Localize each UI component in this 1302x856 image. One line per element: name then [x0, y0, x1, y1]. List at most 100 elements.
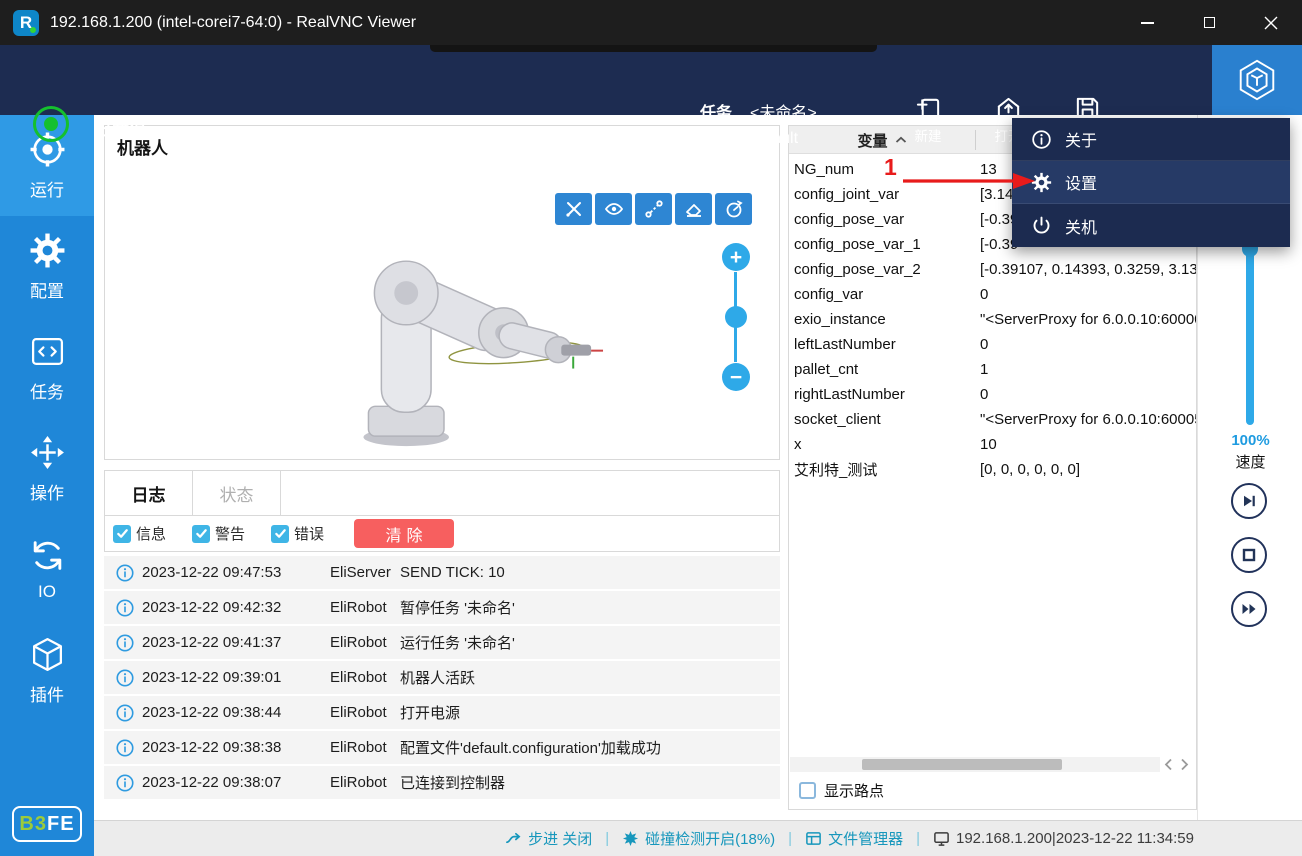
- log-tabs: 日志 状态: [104, 470, 780, 516]
- variable-row[interactable]: socket_client"<ServerProxy for 6.0.0.10:…: [789, 407, 1196, 432]
- stop-button[interactable]: [1231, 537, 1267, 573]
- scrollbar-thumb[interactable]: [862, 759, 1062, 770]
- sidebar-item-task[interactable]: 任务: [0, 317, 94, 418]
- eraser-button[interactable]: [675, 193, 712, 225]
- status-separator: |: [916, 830, 920, 847]
- chevron-right-icon[interactable]: [1180, 758, 1189, 771]
- filter-checkbox-warning[interactable]: [192, 525, 210, 543]
- config-label: 配置: [700, 127, 740, 151]
- sidebar-item-config[interactable]: 配置: [0, 216, 94, 317]
- log-time: 2023-12-22 09:38:38: [142, 739, 330, 756]
- variable-row[interactable]: x10: [789, 432, 1196, 457]
- monitor-icon: [933, 830, 950, 847]
- variable-value: 0: [975, 286, 1196, 303]
- task-value: <未命名>: [750, 99, 817, 123]
- vnc-toolbar-strip[interactable]: [430, 45, 877, 52]
- brand-logo-button[interactable]: [1212, 45, 1302, 115]
- status-collision[interactable]: 碰撞检测开启(18%): [622, 828, 775, 849]
- variable-name: config_pose_var_1: [789, 236, 975, 253]
- logo-text-secondary: FE: [47, 813, 75, 836]
- sidebar-item-plugin[interactable]: 插件: [0, 620, 94, 721]
- config-value: default: [750, 130, 798, 148]
- log-row: 2023-12-22 09:42:32 EliRobot 暂停任务 '未命名': [104, 591, 780, 624]
- robot-status-indicator[interactable]: [33, 106, 69, 142]
- gear-wrench-icon: [29, 232, 66, 269]
- step-forward-button[interactable]: [1231, 483, 1267, 519]
- filter-checkbox-info[interactable]: [113, 525, 131, 543]
- menu-item-shutdown[interactable]: 关机: [1012, 204, 1290, 247]
- variable-row[interactable]: rightLastNumber0: [789, 382, 1196, 407]
- variable-row[interactable]: config_pose_var_2[-0.39107, 0.14393, 0.3…: [789, 257, 1196, 282]
- close-button[interactable]: [1240, 0, 1302, 45]
- log-source: EliRobot: [330, 634, 400, 651]
- visibility-button[interactable]: [595, 193, 632, 225]
- filter-label-warning: 警告: [215, 523, 245, 544]
- variable-row[interactable]: config_var0: [789, 282, 1196, 307]
- trajectory-button[interactable]: [635, 193, 672, 225]
- log-source: EliServer: [330, 564, 400, 581]
- variable-row[interactable]: leftLastNumber0: [789, 332, 1196, 357]
- tools-button[interactable]: [555, 193, 592, 225]
- horizontal-scrollbar[interactable]: [790, 757, 1160, 772]
- variable-name: x: [789, 436, 975, 453]
- variable-name: exio_instance: [789, 311, 975, 328]
- logo-letter: R: [20, 13, 32, 33]
- robot-arm-figure[interactable]: [105, 126, 779, 459]
- chevron-left-icon[interactable]: [1164, 758, 1173, 771]
- info-icon: [116, 634, 134, 652]
- log-source: EliRobot: [330, 739, 400, 756]
- sidebar-label-plugin: 插件: [30, 681, 64, 706]
- sidebar-item-operate[interactable]: 操作: [0, 418, 94, 519]
- log-row: 2023-12-22 09:38:07 EliRobot 已连接到控制器: [104, 766, 780, 799]
- menu-label-settings: 设置: [1065, 170, 1097, 194]
- io-cycle-icon: [29, 537, 66, 574]
- sidebar-item-io[interactable]: IO: [0, 519, 94, 620]
- status-file-manager[interactable]: 文件管理器: [805, 828, 903, 849]
- eraser-icon: [684, 199, 704, 219]
- tab-status[interactable]: 状态: [193, 471, 281, 515]
- variable-row[interactable]: exio_instance"<ServerProxy for 6.0.0.10:…: [789, 307, 1196, 332]
- clear-log-button[interactable]: 清除: [354, 519, 454, 548]
- check-icon: [274, 527, 287, 540]
- variable-row[interactable]: 艾利特_测试[0, 0, 0, 0, 0, 0]: [789, 457, 1196, 482]
- speed-clock-button[interactable]: [715, 193, 752, 225]
- task-label: 任务: [700, 99, 740, 123]
- menu-label-about: 关于: [1065, 127, 1097, 151]
- show-waypoints-checkbox[interactable]: 显示路点: [799, 780, 884, 801]
- log-source: EliRobot: [330, 669, 400, 686]
- variable-row[interactable]: pallet_cnt1: [789, 357, 1196, 382]
- status-step[interactable]: 步进 关闭: [505, 828, 592, 849]
- zoom-in-button[interactable]: +: [722, 243, 750, 271]
- annotation-arrow: [899, 169, 1039, 193]
- maximize-button[interactable]: [1178, 0, 1240, 45]
- info-icon: [116, 704, 134, 722]
- zoom-slider-handle[interactable]: [725, 306, 747, 328]
- clock-icon: [724, 199, 744, 219]
- new-task-label: 新建: [915, 125, 942, 145]
- speed-slider-track[interactable]: [1246, 235, 1254, 425]
- variable-name: socket_client: [789, 411, 975, 428]
- zoom-out-button[interactable]: −: [722, 363, 750, 391]
- variable-name: config_pose_var_2: [789, 261, 975, 278]
- variables-header-label: 变量: [857, 130, 887, 151]
- collision-icon: [622, 830, 639, 847]
- tab-log[interactable]: 日志: [105, 471, 193, 515]
- new-task-button[interactable]: 新建: [896, 95, 960, 157]
- variable-value: "<ServerProxy for 6.0.0.10:60000,: [975, 311, 1196, 328]
- log-message: SEND TICK: 10: [400, 564, 780, 581]
- menu-item-settings[interactable]: 设置: [1012, 161, 1290, 204]
- skip-forward-icon: [1241, 493, 1257, 509]
- minimize-button[interactable]: [1116, 0, 1178, 45]
- eye-icon: [604, 199, 624, 219]
- menu-item-about[interactable]: 关于: [1012, 118, 1290, 161]
- filter-checkbox-error[interactable]: [271, 525, 289, 543]
- log-rows: 2023-12-22 09:47:53 EliServer SEND TICK:…: [104, 556, 780, 799]
- log-time: 2023-12-22 09:38:44: [142, 704, 330, 721]
- variable-name: leftLastNumber: [789, 336, 975, 353]
- variable-value: [0, 0, 0, 0, 0, 0]: [975, 461, 1196, 478]
- fast-forward-button[interactable]: [1231, 591, 1267, 627]
- sidebar-logo: B3FE: [12, 806, 82, 842]
- status-address: 192.168.1.200|2023-12-22 11:34:59: [933, 830, 1194, 847]
- logo-text-primary: B3: [19, 813, 47, 836]
- address-time: 192.168.1.200|2023-12-22 11:34:59: [956, 830, 1194, 847]
